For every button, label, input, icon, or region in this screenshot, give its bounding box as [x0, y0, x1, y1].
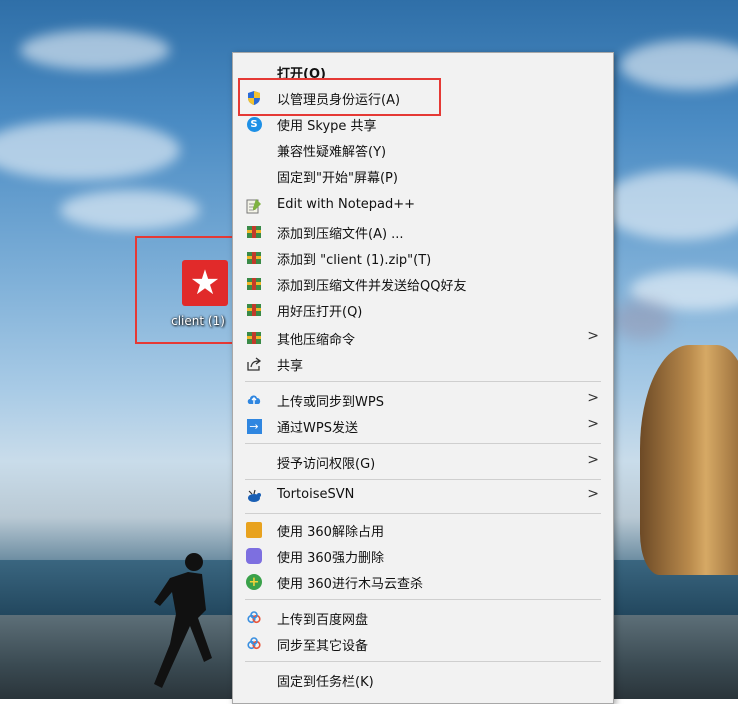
menu-item-archive-send-qq[interactable]: 添加到压缩文件并发送给QQ好友 [233, 271, 613, 297]
submenu-arrow-icon: > [587, 416, 599, 432]
menu-item-wps-upload[interactable]: 上传或同步到WPS > [233, 387, 613, 413]
menu-item-label: 上传或同步到WPS [277, 395, 384, 410]
menu-separator [245, 599, 601, 600]
menu-item-label: 授予访问权限(G) [277, 457, 376, 472]
archive-icon [245, 249, 263, 267]
menu-separator [245, 479, 601, 480]
submenu-arrow-icon: > [587, 390, 599, 406]
menu-separator [245, 443, 601, 444]
shredder-360-icon [245, 547, 263, 565]
menu-item-pin-taskbar[interactable]: 固定到任务栏(K) [233, 667, 613, 693]
menu-separator [245, 661, 601, 662]
menu-item-compat-troubleshoot[interactable]: 兼容性疑难解答(Y) [233, 137, 613, 163]
submenu-arrow-icon: > [587, 452, 599, 468]
run-as-admin-highlight-box [238, 78, 441, 116]
archive-icon [245, 301, 263, 319]
menu-item-label: 使用 360进行木马云查杀 [277, 577, 423, 592]
tortoise-icon [245, 487, 263, 505]
send-arrow-icon: → [245, 417, 263, 435]
sea-rock [640, 345, 738, 575]
menu-item-label: 共享 [277, 359, 304, 374]
share-icon [245, 355, 263, 373]
menu-item-360-force-delete[interactable]: 使用 360强力删除 [233, 543, 613, 569]
menu-item-label: 同步至其它设备 [277, 639, 369, 654]
menu-item-360-trojan-scan[interactable]: + 使用 360进行木马云查杀 [233, 569, 613, 595]
menu-item-label: 使用 360强力删除 [277, 551, 384, 566]
menu-item-add-to-zip[interactable]: 添加到 "client (1).zip"(T) [233, 245, 613, 271]
archive-icon [245, 329, 263, 347]
skype-icon: S [245, 115, 263, 133]
menu-item-baidu-upload[interactable]: 上传到百度网盘 [233, 605, 613, 631]
menu-item-share[interactable]: 共享 [233, 351, 613, 377]
menu-item-grant-access[interactable]: 授予访问权限(G) > [233, 449, 613, 475]
menu-item-pin-start[interactable]: 固定到"开始"屏幕(P) [233, 163, 613, 189]
baidu-sync-icon [245, 635, 263, 653]
menu-item-tortoisesvn[interactable]: TortoiseSVN > [233, 483, 613, 509]
menu-item-label: 使用 Skype 共享 [277, 119, 377, 134]
scan-360-icon: + [245, 573, 263, 591]
menu-item-sync-devices[interactable]: 同步至其它设备 [233, 631, 613, 657]
menu-item-label: 固定到任务栏(K) [277, 675, 374, 690]
menu-item-label: 添加到压缩文件并发送给QQ好友 [277, 279, 467, 294]
cloud-upload-icon [245, 391, 263, 409]
submenu-arrow-icon: > [587, 328, 599, 344]
notepad-icon [245, 197, 263, 215]
baidu-cloud-icon [245, 609, 263, 627]
menu-item-label: 兼容性疑难解答(Y) [277, 145, 387, 160]
menu-separator [245, 381, 601, 382]
menu-item-label: TortoiseSVN [277, 487, 355, 502]
menu-item-label: 添加到 "client (1).zip"(T) [277, 253, 432, 268]
submenu-arrow-icon: > [587, 486, 599, 502]
menu-item-label: 使用 360解除占用 [277, 525, 384, 540]
menu-item-label: 其他压缩命令 [277, 333, 356, 348]
menu-item-edit-notepad[interactable]: Edit with Notepad++ [233, 193, 613, 219]
menu-item-label: 添加到压缩文件(A) ... [277, 227, 404, 242]
menu-item-wps-send[interactable]: → 通过WPS发送 > [233, 413, 613, 439]
unlock-360-icon [245, 521, 263, 539]
menu-item-label: Edit with Notepad++ [277, 197, 416, 212]
menu-item-other-compress[interactable]: 其他压缩命令 > [233, 325, 613, 351]
menu-item-label: 通过WPS发送 [277, 421, 358, 436]
menu-item-open-with-haozip[interactable]: 用好压打开(Q) [233, 297, 613, 323]
menu-item-label: 固定到"开始"屏幕(P) [277, 171, 398, 186]
archive-icon [245, 275, 263, 293]
menu-item-add-to-archive[interactable]: 添加到压缩文件(A) ... [233, 219, 613, 245]
runner-silhouette [154, 553, 212, 688]
archive-icon [245, 223, 263, 241]
menu-item-360-unlock[interactable]: 使用 360解除占用 [233, 517, 613, 543]
menu-item-label: 用好压打开(Q) [277, 305, 363, 320]
menu-separator [245, 513, 601, 514]
desktop-icon-highlight-box [135, 236, 239, 344]
menu-item-label: 上传到百度网盘 [277, 613, 369, 628]
context-menu: 打开(O) 以管理员身份运行(A) S 使用 Skype 共享 兼容性疑难解答(… [232, 52, 614, 704]
